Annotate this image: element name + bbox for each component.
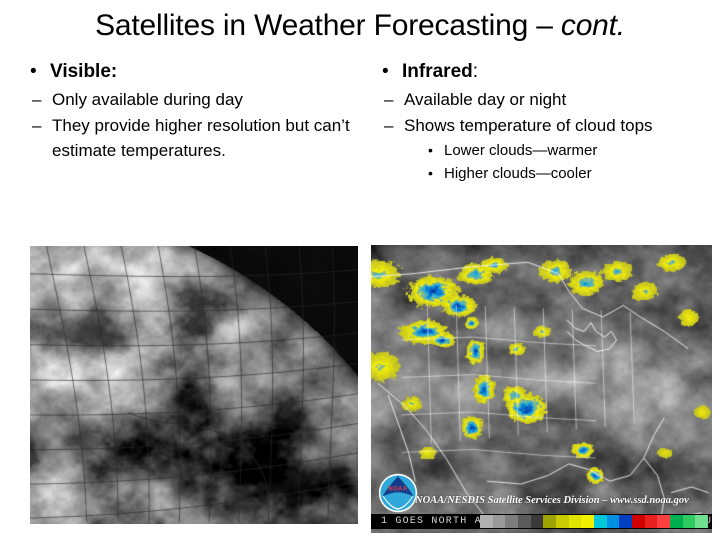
color-bar-segment xyxy=(543,515,557,528)
color-bar-segment xyxy=(682,515,696,528)
bullet-dot-icon: • xyxy=(30,61,37,82)
column-infrared: • Infrared: – Available day or night – S… xyxy=(366,58,716,185)
color-bar-segment xyxy=(632,515,645,528)
color-bar-segment xyxy=(594,515,607,528)
list-item-label: Lower clouds—warmer xyxy=(444,142,598,159)
heading-infrared: Infrared: xyxy=(402,61,478,82)
noaa-credit-line: NOAA/NESDIS Satellite Services Division … xyxy=(415,495,689,506)
color-bar-segment xyxy=(695,515,709,528)
color-bar-segment xyxy=(606,515,620,528)
color-bar-segment xyxy=(568,515,582,528)
bullet-visible-heading: • Visible: xyxy=(14,58,354,85)
infrared-satellite-image: NOAA NOAA/NESDIS Satellite Services Divi… xyxy=(371,245,712,533)
list-item: – Only available during day xyxy=(14,87,354,112)
sub-bullet-list-visible: – Only available during day – They provi… xyxy=(14,87,354,163)
list-item-label: Higher clouds—cooler xyxy=(444,165,592,182)
visible-satellite-image xyxy=(30,246,358,524)
heading-visible: Visible: xyxy=(50,61,118,82)
color-bar-segment xyxy=(480,515,493,528)
color-bar-segment xyxy=(644,515,658,528)
column-visible: • Visible: – Only available during day –… xyxy=(14,58,354,164)
list-item-label: Available day or night xyxy=(404,90,567,109)
bullet-dash-icon: – xyxy=(32,116,42,135)
list-item: – Shows temperature of cloud tops xyxy=(366,113,716,138)
heading-infrared-word: Infrared xyxy=(402,61,473,82)
bullet-dash-icon: – xyxy=(384,90,394,109)
bullet-list-visible: • Visible: xyxy=(14,58,354,85)
visible-satellite-canvas xyxy=(30,246,358,524)
page-title: Satellites in Weather Forecasting – cont… xyxy=(0,6,720,46)
infrared-satellite-canvas xyxy=(371,245,712,533)
color-bar-segment xyxy=(492,515,506,528)
bullet-infrared-heading: • Infrared: xyxy=(366,58,716,85)
heading-infrared-colon: : xyxy=(472,61,479,82)
color-bar-segment xyxy=(657,515,671,528)
list-item-label: Shows temperature of cloud tops xyxy=(404,116,653,135)
color-bar-segment xyxy=(518,515,531,528)
third-level-list-infrared: • Lower clouds—warmer • Higher clouds—co… xyxy=(402,139,716,185)
bullet-dot-icon: • xyxy=(428,165,433,181)
list-item-label: Only available during day xyxy=(52,90,243,109)
list-item: • Higher clouds—cooler xyxy=(402,162,716,185)
infrared-status-bar: 1 GOES NORTH AMERICA INFRARED JUN 2 11 1… xyxy=(371,514,712,529)
color-bar-segment xyxy=(581,515,595,528)
color-bar-segment xyxy=(670,515,683,528)
bullet-dot-icon: • xyxy=(382,61,389,82)
bullet-dash-icon: – xyxy=(384,116,394,135)
list-item: • Lower clouds—warmer xyxy=(402,139,716,162)
list-item: – Available day or night xyxy=(366,87,716,112)
list-item-label: They provide higher resolution but can’t… xyxy=(52,116,350,160)
color-bar-segment xyxy=(530,515,544,528)
color-bar-segment xyxy=(556,515,569,528)
color-bar-segment xyxy=(505,515,519,528)
page-title-cont: cont. xyxy=(560,9,625,42)
sub-bullet-list-infrared: – Available day or night – Shows tempera… xyxy=(366,87,716,138)
svg-text:NOAA: NOAA xyxy=(388,487,408,493)
color-bar-segment xyxy=(619,515,633,528)
bullet-dot-icon: • xyxy=(428,142,433,158)
page-title-main: Satellites in Weather Forecasting – xyxy=(95,9,561,42)
content-columns: • Visible: – Only available during day –… xyxy=(0,58,720,238)
list-item: – They provide higher resolution but can… xyxy=(14,113,354,163)
noaa-logo-icon: NOAA xyxy=(378,473,418,513)
infrared-color-bar xyxy=(480,515,709,528)
bullet-dash-icon: – xyxy=(32,90,42,109)
bullet-list-infrared: • Infrared: xyxy=(366,58,716,85)
